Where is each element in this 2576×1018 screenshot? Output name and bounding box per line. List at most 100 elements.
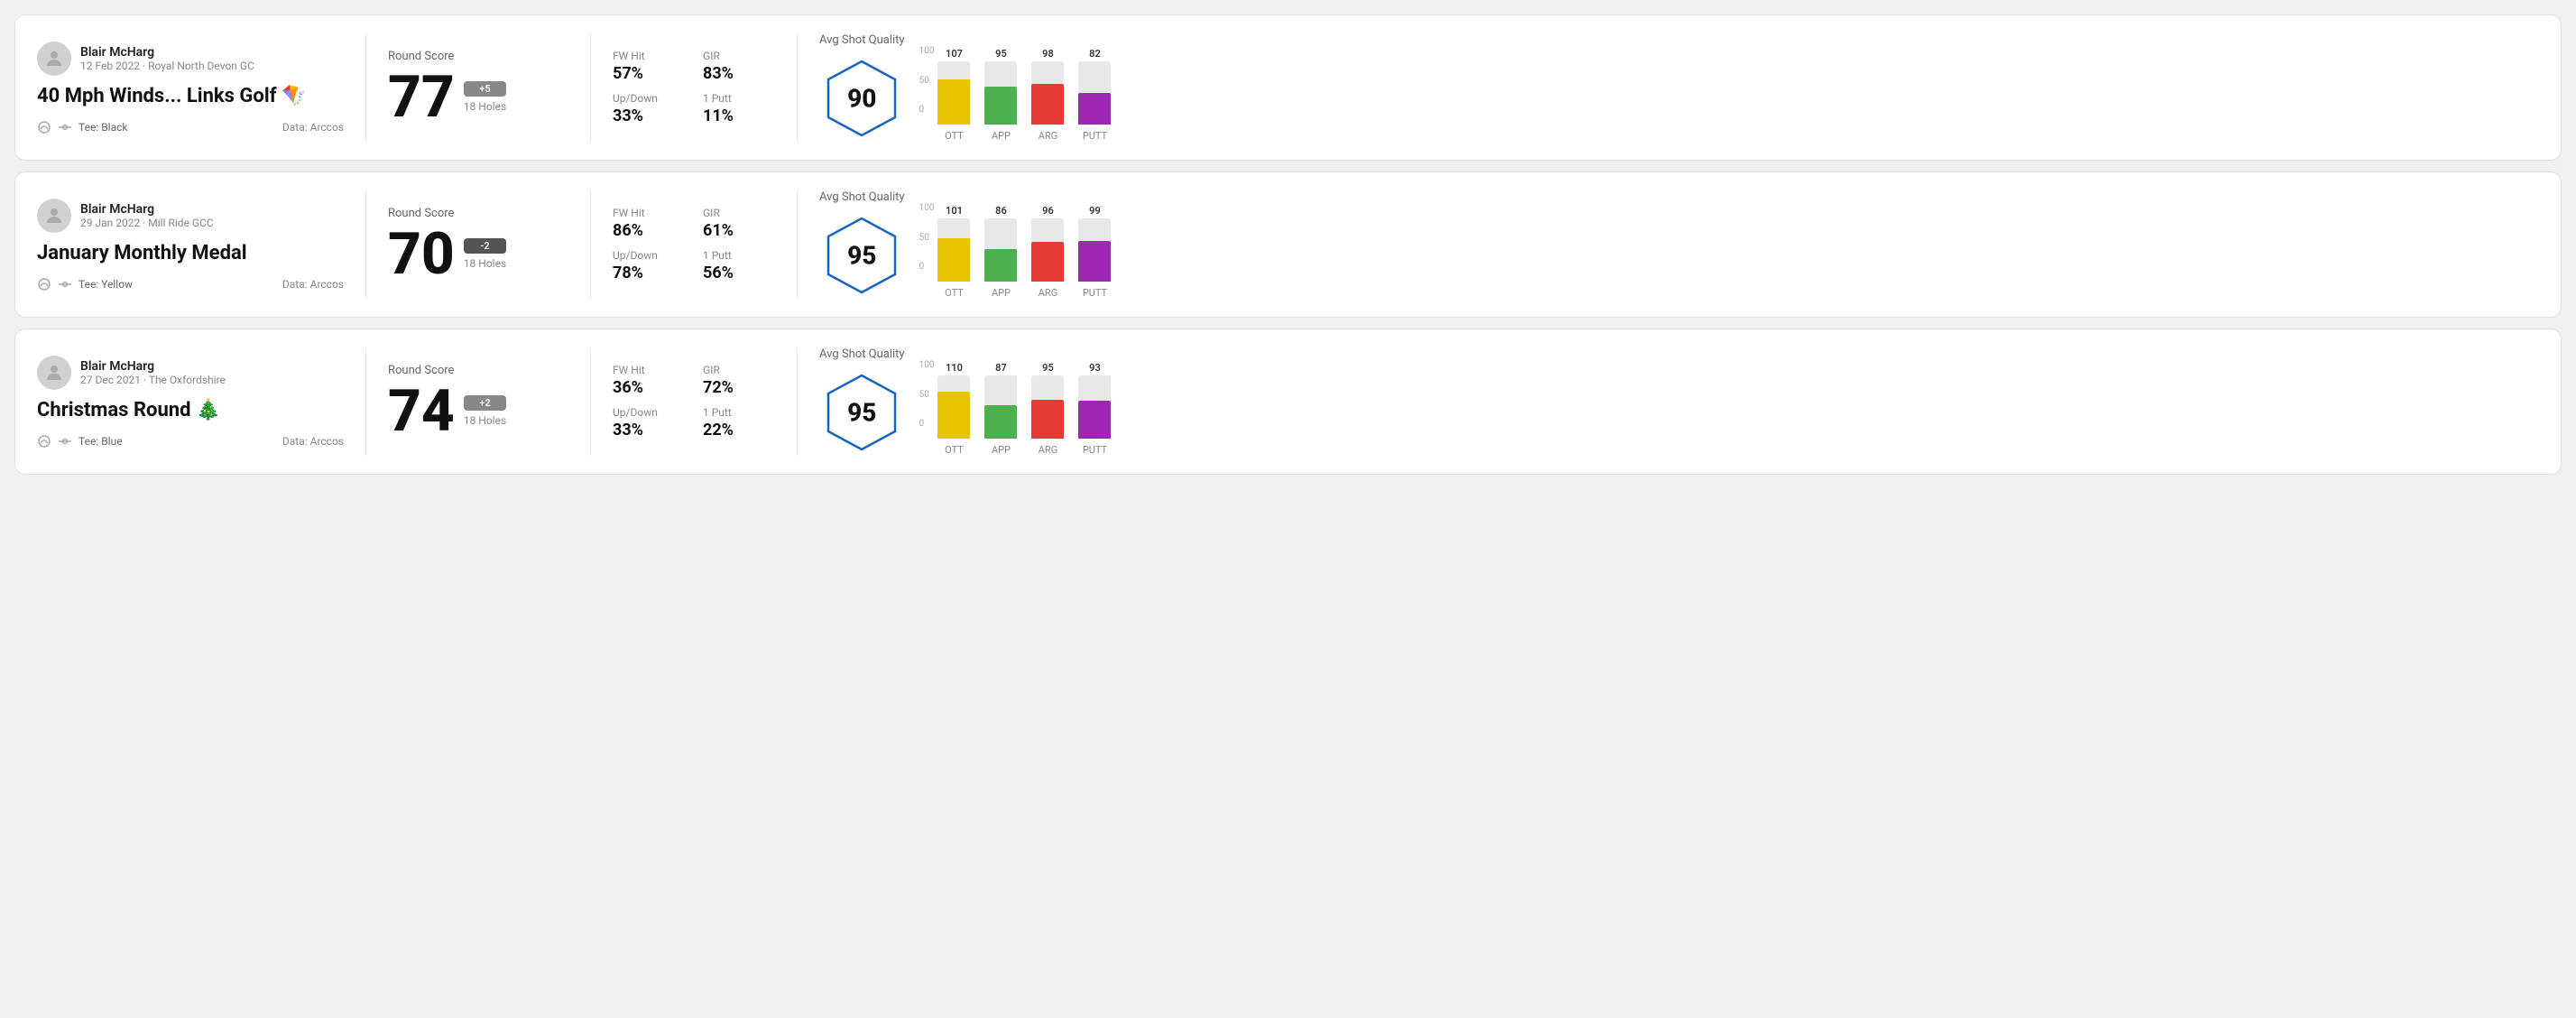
avatar-3 <box>37 356 71 390</box>
stat-fwhit-1: FW Hit 57% <box>613 50 685 83</box>
stats-grid-3: FW Hit 36% GIR 72% Up/Down 33% 1 Putt 22… <box>613 364 775 440</box>
hex-score-1: 90 <box>847 84 876 114</box>
stat-fwhit-value-2: 86% <box>613 221 685 240</box>
score-section-2: Round Score 70 -2 18 Holes <box>388 207 568 283</box>
bar-outer-app <box>984 218 1017 282</box>
bar-group-putt: 82 PUTT <box>1078 48 1111 142</box>
score-meta-1: +5 18 Holes <box>464 81 506 113</box>
stat-updown-label-3: Up/Down <box>613 406 685 419</box>
bar-label-arg: ARG <box>1039 130 1057 142</box>
bar-value-app: 86 <box>995 205 1007 217</box>
bar-value-ott: 110 <box>946 362 963 374</box>
bar-value-app: 95 <box>995 48 1007 60</box>
stat-gir-2: GIR 61% <box>703 207 775 240</box>
stat-oneputt-label-1: 1 Putt <box>703 92 775 105</box>
tee-label-2: Tee: Yellow <box>78 278 133 291</box>
hexagon-wrap-3: Avg Shot Quality 95 <box>819 347 905 453</box>
y-axis-label: 100 <box>919 360 935 370</box>
hexagon-wrap-1: Avg Shot Quality 90 <box>819 33 905 139</box>
chart-section-2: 100500 101 OTT 86 APP 96 <box>919 190 2539 299</box>
user-name-1: Blair McHarg <box>80 45 254 60</box>
chart-section-3: 100500 110 OTT 87 APP 95 <box>919 347 2539 456</box>
hexagon-wrap-2: Avg Shot Quality 95 <box>819 190 905 296</box>
weather-icon-2 <box>37 277 51 292</box>
bar-group-arg: 96 ARG <box>1031 205 1064 299</box>
stat-fwhit-3: FW Hit 36% <box>613 364 685 397</box>
weather-icon-3 <box>37 434 51 449</box>
stats-section-3: FW Hit 36% GIR 72% Up/Down 33% 1 Putt 22… <box>613 364 775 440</box>
score-meta-3: +2 18 Holes <box>464 395 506 427</box>
left-section-1: Blair McHarg 12 Feb 2022 · Royal North D… <box>37 42 344 134</box>
stat-oneputt-1: 1 Putt 11% <box>703 92 775 125</box>
chart-section-1: 100500 107 OTT 95 APP 98 <box>919 33 2539 142</box>
score-diff-3: +2 <box>464 395 506 411</box>
bar-value-app: 87 <box>995 362 1007 374</box>
stat-gir-label-2: GIR <box>703 207 775 219</box>
bar-label-ott: OTT <box>945 444 964 456</box>
hexagon-2: 95 <box>821 215 902 296</box>
bar-group-app: 86 APP <box>984 205 1017 299</box>
stat-updown-1: Up/Down 33% <box>613 92 685 125</box>
left-section-2: Blair McHarg 29 Jan 2022 · Mill Ride GCC… <box>37 199 344 292</box>
bar-group-app: 87 APP <box>984 362 1017 456</box>
user-header-1: Blair McHarg 12 Feb 2022 · Royal North D… <box>37 42 344 76</box>
avatar-1 <box>37 42 71 76</box>
stat-updown-2: Up/Down 78% <box>613 249 685 282</box>
user-date-2: 29 Jan 2022 · Mill Ride GCC <box>80 217 214 229</box>
divider-right-2 <box>797 190 798 299</box>
footer-row-1: Tee: Black Data: Arccos <box>37 120 344 134</box>
bar-label-putt: PUTT <box>1083 130 1107 142</box>
round-card-3: Blair McHarg 27 Dec 2021 · The Oxfordshi… <box>14 329 2562 475</box>
tee-label-1: Tee: Black <box>78 121 127 134</box>
avg-quality-block-3: Avg Shot Quality 95 100500 110 OTT <box>819 347 2539 456</box>
user-name-3: Blair McHarg <box>80 359 226 374</box>
stat-fwhit-label-2: FW Hit <box>613 207 685 219</box>
bar-label-putt: PUTT <box>1083 287 1107 299</box>
divider-mid-3 <box>590 347 591 456</box>
score-label-2: Round Score <box>388 207 568 220</box>
stat-updown-label-1: Up/Down <box>613 92 685 105</box>
bar-inner-app <box>984 87 1017 125</box>
user-info-1: Blair McHarg 12 Feb 2022 · Royal North D… <box>80 45 254 72</box>
bar-outer-putt <box>1078 375 1111 439</box>
golf-icon-1 <box>57 122 73 133</box>
divider-left-1 <box>365 33 366 142</box>
stat-oneputt-value-1: 11% <box>703 106 775 125</box>
bar-outer-ott <box>937 218 970 282</box>
divider-left-2 <box>365 190 366 299</box>
left-section-3: Blair McHarg 27 Dec 2021 · The Oxfordshi… <box>37 356 344 449</box>
divider-left-3 <box>365 347 366 456</box>
avg-quality-block-1: Avg Shot Quality 90 100500 107 OTT <box>819 33 2539 142</box>
hexagon-3: 95 <box>821 372 902 453</box>
bar-value-arg: 98 <box>1042 48 1054 60</box>
bar-label-app: APP <box>992 287 1011 299</box>
bar-outer-arg <box>1031 375 1064 439</box>
stat-oneputt-2: 1 Putt 56% <box>703 249 775 282</box>
stat-gir-value-3: 72% <box>703 378 775 397</box>
bar-inner-ott <box>937 392 970 439</box>
stats-grid-2: FW Hit 86% GIR 61% Up/Down 78% 1 Putt 56… <box>613 207 775 282</box>
stat-updown-value-2: 78% <box>613 264 685 282</box>
score-diff-2: -2 <box>464 238 506 254</box>
bar-inner-putt <box>1078 401 1111 439</box>
bar-group-app: 95 APP <box>984 48 1017 142</box>
big-score-2: 70 <box>388 226 455 283</box>
bar-inner-app <box>984 405 1017 439</box>
hex-score-3: 95 <box>847 398 876 428</box>
y-axis-label: 0 <box>919 105 935 115</box>
stats-section-2: FW Hit 86% GIR 61% Up/Down 78% 1 Putt 56… <box>613 207 775 282</box>
stat-fwhit-2: FW Hit 86% <box>613 207 685 240</box>
score-row-2: 70 -2 18 Holes <box>388 226 568 283</box>
divider-right-1 <box>797 33 798 142</box>
avg-label-1: Avg Shot Quality <box>819 33 905 47</box>
user-header-2: Blair McHarg 29 Jan 2022 · Mill Ride GCC <box>37 199 344 233</box>
big-score-1: 77 <box>388 69 455 126</box>
avg-label-2: Avg Shot Quality <box>819 190 905 204</box>
bar-inner-ott <box>937 238 970 282</box>
data-source-2: Data: Arccos <box>282 278 344 291</box>
holes-text-1: 18 Holes <box>464 100 506 113</box>
stats-section-1: FW Hit 57% GIR 83% Up/Down 33% 1 Putt 11… <box>613 50 775 125</box>
bar-label-app: APP <box>992 444 1011 456</box>
stat-updown-label-2: Up/Down <box>613 249 685 262</box>
tee-info-2: Tee: Yellow <box>37 277 133 292</box>
